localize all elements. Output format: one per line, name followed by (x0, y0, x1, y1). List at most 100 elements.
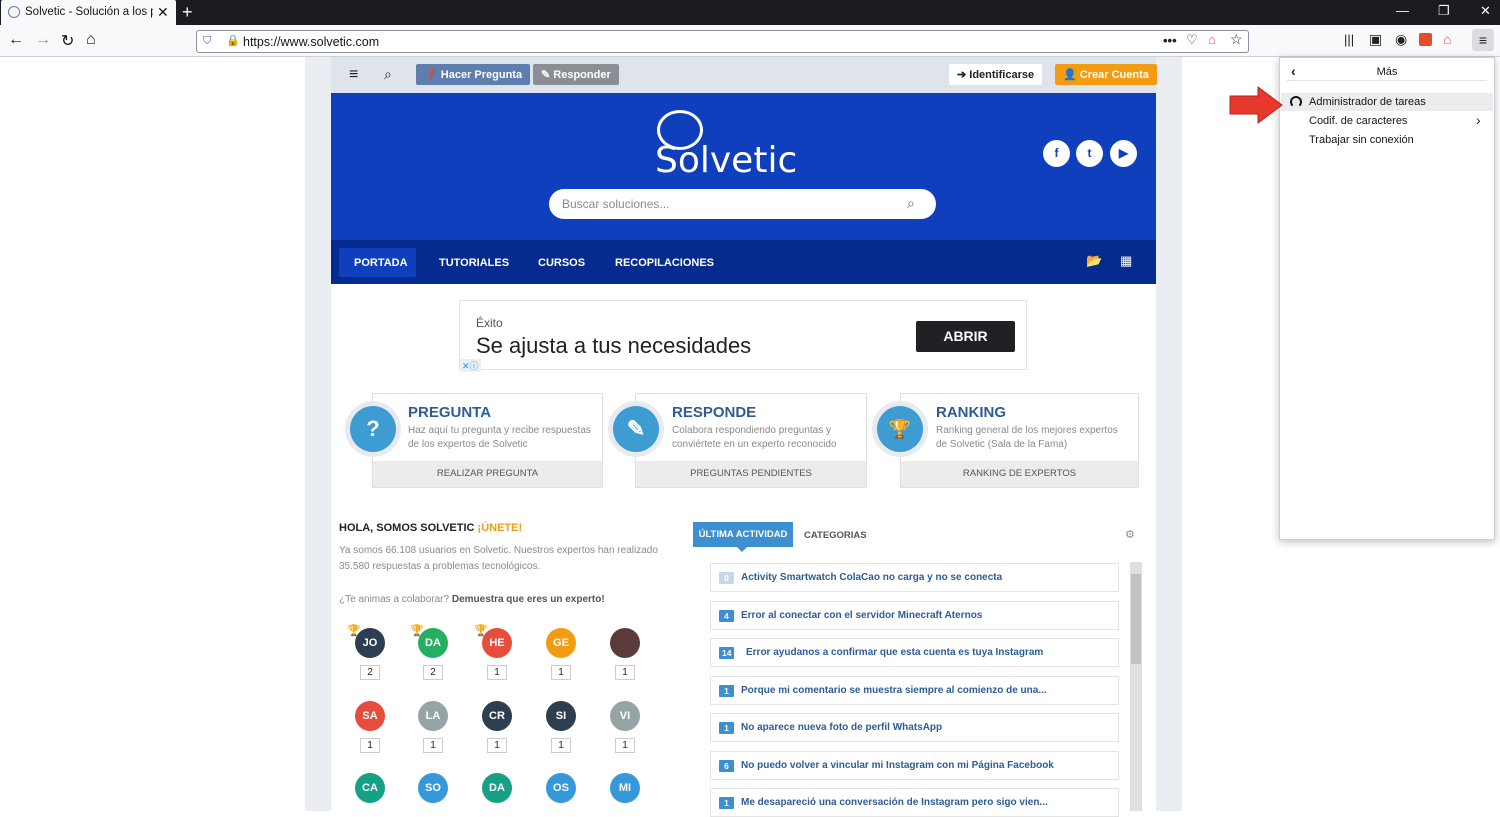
activity-title[interactable]: Porque mi comentario se muestra siempre … (741, 685, 1047, 696)
user-answer-count: 2 (360, 665, 380, 680)
pocket-icon[interactable]: ♡ (1186, 32, 1198, 48)
card-responde-title: RESPONDE (672, 404, 757, 421)
library-icon[interactable]: ||| (1344, 32, 1354, 47)
collaborate-question: ¿Te animas a colaborar? (339, 594, 450, 605)
user-avatar[interactable]: CA (355, 773, 385, 803)
lock-icon[interactable]: 🔒 (226, 34, 240, 47)
tab-strip (0, 0, 1500, 25)
close-tab-icon[interactable]: ✕ (157, 4, 169, 21)
nav-tutoriales[interactable]: TUTORIALES (439, 257, 509, 269)
card-ranking-footer[interactable]: RANKING DE EXPERTOS (901, 461, 1138, 487)
activity-title[interactable]: Me desapareció una conversación de Insta… (741, 797, 1048, 808)
bookmark-star-icon[interactable]: ☆ (1230, 31, 1243, 48)
user-avatar[interactable]: SI (546, 701, 576, 731)
register-button[interactable]: 👤 Crear Cuenta (1055, 64, 1157, 85)
minimize-icon[interactable]: — (1396, 3, 1409, 18)
site-menu-icon[interactable]: ≡ (349, 66, 358, 84)
extension-icon[interactable]: ⌂ (1208, 32, 1216, 47)
trophy-icon: 🏆 (877, 406, 923, 452)
home-icon[interactable]: ⌂ (86, 31, 96, 49)
nav-recopilaciones[interactable]: RECOPILACIONES (615, 257, 714, 269)
trophy-icon-circle: 🏆 (872, 401, 928, 457)
solvetic-favicon-icon (8, 6, 20, 18)
activity-title[interactable]: No aparece nueva foto de perfil WhatsApp (741, 722, 942, 733)
card-ranking-title: RANKING (936, 404, 1006, 421)
activity-item[interactable]: 1 Me desapareció una conversación de Inst… (710, 788, 1119, 817)
ad-choices-icon[interactable]: ✕ⓘ (460, 359, 481, 372)
activity-item[interactable]: 1 No aparece nueva foto de perfil WhatsAp… (710, 713, 1119, 742)
answer-button[interactable]: ✎ Responder (533, 64, 619, 85)
shield-icon[interactable]: ⛉ (203, 35, 211, 48)
user-avatar[interactable]: MI (610, 773, 640, 803)
activity-title[interactable]: Activity Smartwatch ColaCao no carga y n… (741, 572, 1002, 583)
sidebar-icon[interactable]: ▣ (1369, 31, 1382, 48)
search-icon[interactable]: ⌕ (907, 195, 915, 212)
site-search-icon[interactable]: ⌕ (384, 66, 392, 83)
new-tab-button[interactable]: + (182, 2, 193, 23)
card-pregunta-footer[interactable]: REALIZAR PREGUNTA (373, 461, 602, 487)
answer-count-badge: 0 (719, 572, 734, 584)
user-avatar[interactable] (610, 628, 640, 658)
facebook-icon[interactable]: f (1043, 140, 1070, 167)
advertisement[interactable]: Éxito Se ajusta a tus necesidades ABRIR … (459, 300, 1027, 372)
site-search-input[interactable]: Buscar soluciones... ⌕ (549, 189, 936, 219)
ad-headline: Se ajusta a tus necesidades (476, 333, 752, 358)
forward-icon[interactable]: → (35, 31, 51, 49)
nav-cursos[interactable]: CURSOS (538, 257, 585, 269)
user-answer-count: 2 (423, 665, 443, 680)
user-avatar[interactable]: SO (418, 773, 448, 803)
activity-scrollbar[interactable] (1130, 562, 1142, 811)
back-icon[interactable]: ← (8, 31, 24, 49)
url-text[interactable]: https://www.solvetic.com (243, 35, 379, 49)
card-responde-desc: Colabora respondiendo preguntas y convié… (672, 425, 837, 450)
join-link[interactable]: ¡ÚNETE! (478, 522, 523, 534)
ask-question-button[interactable]: ❓ Hacer Pregunta (416, 64, 531, 85)
card-responde-footer[interactable]: PREGUNTAS PENDIENTES (636, 461, 866, 487)
activity-item[interactable]: 4 Error al conectar con el servidor Minec… (710, 600, 1119, 630)
account-icon[interactable]: ◉ (1395, 31, 1407, 48)
user-avatar[interactable]: SA (355, 701, 385, 731)
scrollbar-thumb[interactable] (1131, 574, 1141, 664)
settings-gear-icon[interactable]: ⚙ (1125, 528, 1135, 541)
welcome-question: ¿Te animas a colaborar? Demuestra que er… (339, 592, 684, 608)
site-logo[interactable]: Solvetic (655, 140, 797, 181)
activity-title[interactable]: Error al conectar con el servidor Minecr… (741, 610, 982, 621)
user-avatar[interactable]: OS (546, 773, 576, 803)
tab-latest-activity[interactable]: ÚLTIMA ACTIVIDAD (693, 522, 793, 547)
addon-icon[interactable] (1419, 33, 1432, 46)
user-avatar[interactable]: CR (482, 701, 512, 731)
activity-title[interactable]: No puedo volver a vincular mi Instagram … (741, 760, 1054, 771)
user-avatar[interactable]: VI (610, 701, 640, 731)
activity-item[interactable]: 14 Error ayudanos a confirmar que esta cu… (710, 638, 1119, 667)
home-addon-icon[interactable]: ⌂ (1443, 31, 1451, 47)
ad-open-button[interactable]: ABRIR (916, 321, 1015, 352)
user-avatar[interactable]: DA (482, 773, 512, 803)
reload-icon[interactable]: ↻ (61, 31, 74, 51)
nav-portada[interactable]: PORTADA (354, 257, 408, 269)
user-answer-count: 1 (615, 738, 635, 753)
expert-link[interactable]: Demuestra que eres un experto! (452, 594, 605, 605)
calendar-icon[interactable]: ▦ (1120, 253, 1132, 269)
activity-item[interactable]: 6 No puedo volver a vincular mi Instagram… (710, 750, 1119, 780)
restore-icon[interactable]: ❐ (1438, 3, 1450, 19)
page-actions-icon[interactable]: ••• (1163, 33, 1177, 48)
panel-item-task-manager[interactable]: Administrador de tareas (1309, 96, 1426, 108)
answer-label: Responder (553, 69, 611, 81)
panel-item-encoding[interactable]: Codif. de caracteres (1309, 115, 1407, 127)
panel-item-offline[interactable]: Trabajar sin conexión (1309, 134, 1414, 146)
user-answer-count: 1 (487, 738, 507, 753)
user-avatar[interactable]: GE (546, 628, 576, 658)
login-button[interactable]: ➔ Identificarse (949, 64, 1043, 85)
tab-categories[interactable]: CATEGORIAS (804, 530, 867, 541)
activity-item[interactable]: 1 Porque mi comentario se muestra siempre… (710, 675, 1119, 705)
menu-hamburger-icon[interactable]: ≡ (1472, 29, 1494, 51)
activity-item[interactable]: 0 Activity Smartwatch ColaCao no carga y … (710, 563, 1119, 592)
folder-icon[interactable]: 📂 (1086, 253, 1102, 269)
close-window-icon[interactable]: ✕ (1480, 3, 1491, 19)
chevron-right-icon[interactable]: › (1476, 112, 1481, 128)
activity-title[interactable]: Error ayudanos a confirmar que esta cuen… (746, 647, 1043, 658)
browser-tab[interactable]: Solvetic - Solución a los proble ✕ (1, 0, 176, 25)
user-avatar[interactable]: LA (418, 701, 448, 731)
youtube-icon[interactable]: ▶ (1110, 140, 1137, 167)
twitter-icon[interactable]: t (1076, 140, 1103, 167)
